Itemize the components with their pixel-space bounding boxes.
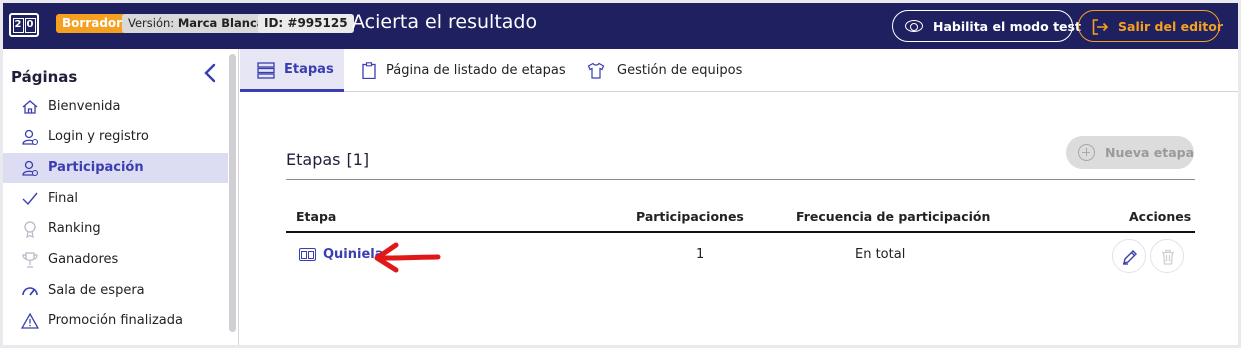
chevron-left-icon[interactable]: [203, 63, 217, 83]
version-prefix: Versión:: [128, 16, 175, 30]
test-mode-label: Habilita el modo test: [933, 18, 1081, 34]
tab-bar: Etapas Página de listado de etapas Gesti…: [240, 49, 1238, 92]
new-stage-button[interactable]: Nueva etapa: [1066, 136, 1194, 169]
section-divider: [286, 179, 1195, 180]
table-header-rule: [286, 231, 1195, 233]
stage-logo-icon: [299, 248, 316, 261]
participations-cell: 1: [696, 247, 705, 262]
clipboard-icon: [362, 62, 376, 79]
logo-digit-first: 2: [12, 17, 24, 33]
stage-link-quiniela[interactable]: Quiniela: [299, 247, 384, 262]
exit-editor-button[interactable]: Salir del editor: [1078, 10, 1224, 42]
red-arrow-icon: [374, 242, 441, 273]
user-login-icon: [22, 129, 39, 146]
version-name: Marca Blanca: [177, 16, 265, 30]
page-title: Acierta el resultado: [352, 11, 538, 33]
list-icon: [257, 62, 275, 79]
sidebar-item-label: Final: [48, 191, 78, 206]
home-icon: [22, 100, 38, 114]
top-bar: 2 0 Borrador Versión: Marca Blanca ID: #…: [3, 3, 1238, 49]
app-logo[interactable]: 2 0: [9, 13, 39, 37]
exit-icon: [1092, 19, 1109, 35]
sidebar-item-final[interactable]: Final: [3, 184, 228, 214]
sidebar-item-ganadores[interactable]: Ganadores: [3, 245, 228, 275]
warning-icon: [21, 312, 39, 329]
sidebar-item-label: Participación: [48, 160, 144, 175]
eye-icon: [905, 20, 923, 32]
medal-icon: [24, 221, 36, 238]
sidebar-item-label: Promoción finalizada: [48, 313, 183, 328]
edit-button[interactable]: [1112, 239, 1146, 273]
tab-label: Gestión de equipos: [617, 63, 743, 78]
sidebar: Páginas Bienvenida Login y registro Part…: [3, 49, 239, 345]
tab-label: Etapas: [284, 61, 334, 77]
id-badge: ID: #995125: [258, 14, 354, 33]
tab-gestion-equipos[interactable]: Gestión de equipos: [587, 49, 742, 92]
section-count: [1]: [346, 150, 370, 169]
sidebar-title: Páginas: [11, 68, 78, 86]
check-icon: [22, 192, 38, 206]
sidebar-item-sala-espera[interactable]: Sala de espera: [3, 276, 228, 306]
column-header-acciones: Acciones: [1129, 209, 1192, 224]
frequency-cell: En total: [855, 247, 906, 262]
sidebar-item-label: Login y registro: [48, 129, 149, 144]
sidebar-item-participacion[interactable]: Participación: [3, 153, 228, 183]
version-badge: Versión: Marca Blanca: [122, 14, 271, 33]
sidebar-item-label: Bienvenida: [48, 99, 121, 114]
sidebar-item-login[interactable]: Login y registro: [3, 122, 228, 152]
section-heading: Etapas [1]: [286, 150, 369, 169]
shirt-icon: [587, 62, 605, 79]
delete-button[interactable]: [1150, 239, 1184, 273]
logo-digit-second: 0: [24, 17, 36, 33]
speedometer-icon: [22, 287, 38, 296]
trash-icon: [1162, 249, 1174, 265]
sidebar-scrollbar[interactable]: [229, 54, 236, 332]
section-title: Etapas: [286, 150, 341, 169]
exit-editor-label: Salir del editor: [1118, 18, 1224, 34]
pencil-icon: [1123, 250, 1137, 265]
sidebar-item-ranking[interactable]: Ranking: [3, 214, 228, 244]
test-mode-button[interactable]: Habilita el modo test: [892, 10, 1081, 42]
sidebar-item-promocion-finalizada[interactable]: Promoción finalizada: [3, 306, 228, 336]
sidebar-item-bienvenida[interactable]: Bienvenida: [3, 92, 228, 122]
status-badge: Borrador: [56, 14, 129, 33]
editor-window: 2 0 Borrador Versión: Marca Blanca ID: #…: [3, 3, 1238, 345]
sidebar-item-label: Sala de espera: [48, 283, 145, 298]
column-header-frecuencia: Frecuencia de participación: [796, 209, 991, 224]
new-stage-label: Nueva etapa: [1105, 145, 1195, 160]
tab-label: Página de listado de etapas: [386, 63, 566, 78]
user-participation-icon: [22, 160, 39, 177]
sidebar-item-label: Ganadores: [48, 252, 119, 267]
sidebar-item-label: Ranking: [48, 221, 101, 236]
column-header-etapa: Etapa: [296, 209, 337, 224]
trophy-icon: [22, 252, 38, 268]
column-header-participaciones: Participaciones: [636, 209, 744, 224]
tab-etapas[interactable]: Etapas: [240, 49, 344, 92]
tab-listado-etapas[interactable]: Página de listado de etapas: [360, 49, 566, 92]
plus-circle-icon: [1078, 144, 1095, 161]
